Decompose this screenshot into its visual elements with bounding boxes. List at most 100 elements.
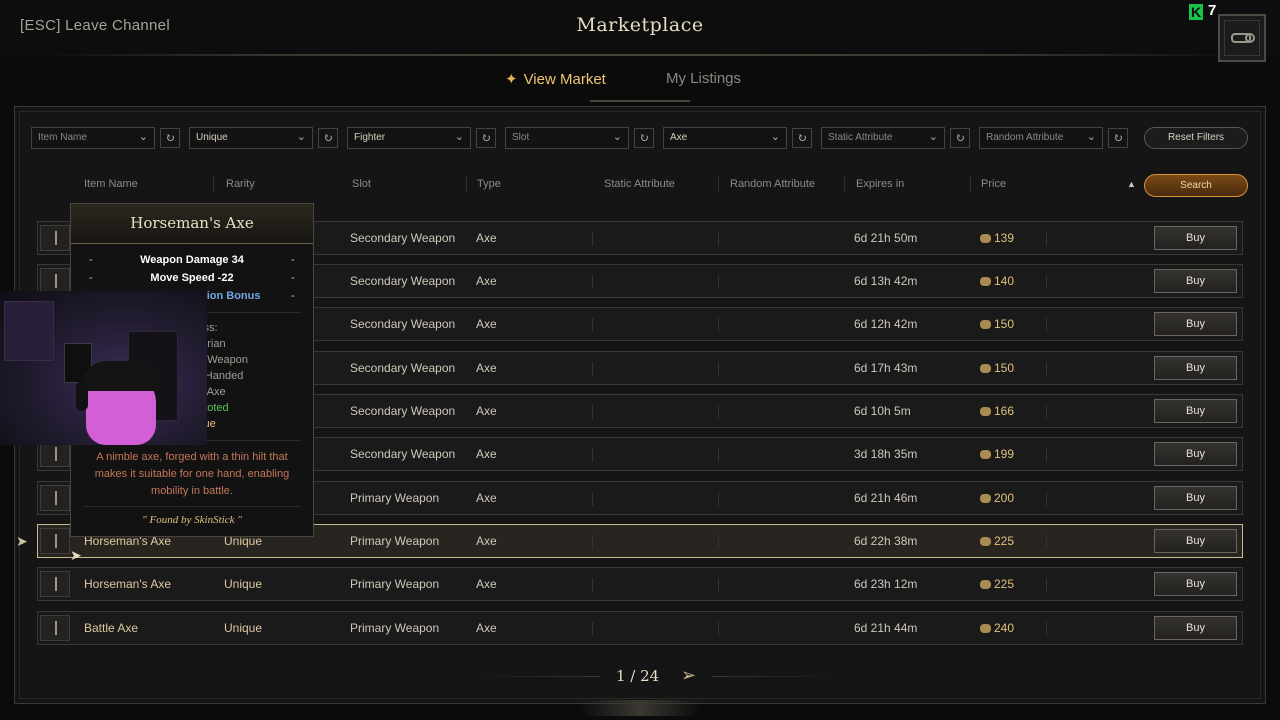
table-row[interactable]: Battle Axe Unique Primary Weapon Axe 6d …	[37, 611, 1243, 645]
type-cell: Axe	[476, 361, 497, 375]
sort-ascending-icon[interactable]: ▲	[1127, 179, 1136, 189]
refresh-icon[interactable]: ↻	[318, 128, 338, 148]
cell-separator	[718, 362, 719, 376]
buy-button[interactable]: Buy	[1154, 486, 1237, 510]
table-header: Item Name Rarity Slot Type Static Attrib…	[0, 176, 1280, 194]
gold-coin-icon	[980, 320, 991, 330]
tab-my-listings[interactable]: My Listings	[666, 70, 741, 87]
buy-button[interactable]: Buy	[1154, 356, 1237, 380]
cell-separator	[718, 448, 719, 462]
expires-cell: 6d 17h 43m	[854, 361, 918, 375]
type-cell: Axe	[476, 447, 497, 461]
type-cell: Axe	[476, 534, 497, 548]
rarity-cell: Unique	[224, 577, 263, 591]
chevron-down-icon: ⌄	[770, 131, 780, 143]
axe-icon	[40, 528, 70, 554]
table-row[interactable]: Horseman's Axe Unique Primary Weapon Axe…	[37, 567, 1243, 601]
cell-separator	[1046, 622, 1047, 636]
price-cell: 150	[980, 361, 1014, 375]
reset-filters-button[interactable]: Reset Filters	[1144, 127, 1248, 149]
column-header-slot[interactable]: Slot	[352, 178, 371, 190]
cell-separator	[1046, 448, 1047, 462]
column-header-rarity[interactable]: Rarity	[226, 178, 255, 190]
scroll-inventory-button[interactable]	[1218, 14, 1266, 62]
refresh-icon[interactable]: ↻	[476, 128, 496, 148]
column-header-random-attribute[interactable]: Random Attribute	[730, 178, 815, 190]
expires-cell: 6d 10h 5m	[854, 404, 911, 418]
slot-cell: Primary Weapon	[350, 534, 440, 548]
cell-separator	[1046, 232, 1047, 246]
price-cell: 225	[980, 534, 1014, 548]
cell-separator	[592, 405, 593, 419]
type-cell: Axe	[476, 274, 497, 288]
gold-coin-icon	[980, 580, 991, 590]
market-tabs: ✦ View Market My Listings	[0, 70, 1280, 94]
next-page-arrow-icon[interactable]: ➢	[681, 665, 696, 686]
stat-dash: -	[291, 254, 295, 266]
refresh-icon[interactable]: ↻	[634, 128, 654, 148]
search-button[interactable]: Search	[1144, 174, 1248, 197]
cell-separator	[718, 275, 719, 289]
tooltip-title: Horseman's Axe	[130, 214, 254, 232]
panel-ornament-bottom	[580, 700, 700, 716]
static-attribute-dropdown[interactable]: Static Attribute ⌄	[821, 127, 945, 149]
column-header-item-name[interactable]: Item Name	[84, 178, 138, 190]
tab-view-market[interactable]: ✦ View Market	[505, 70, 606, 88]
buy-button[interactable]: Buy	[1154, 226, 1237, 250]
selected-row-arrow-icon: ➤	[16, 534, 28, 550]
column-header-static-attribute[interactable]: Static Attribute	[604, 178, 675, 190]
buy-button[interactable]: Buy	[1154, 399, 1237, 423]
type-dropdown[interactable]: Axe ⌄	[663, 127, 787, 149]
cell-separator	[718, 232, 719, 246]
buy-button[interactable]: Buy	[1154, 529, 1237, 553]
cell-separator	[718, 535, 719, 549]
type-cell: Axe	[476, 404, 497, 418]
cell-separator	[1046, 275, 1047, 289]
type-cell: Axe	[476, 317, 497, 331]
column-header-expires-in[interactable]: Expires in	[856, 178, 904, 190]
scroll-icon	[1224, 20, 1260, 56]
price-value: 140	[994, 274, 1015, 288]
expires-cell: 6d 23h 12m	[854, 577, 918, 591]
price-cell: 150	[980, 317, 1014, 331]
active-tab-star-icon: ✦	[505, 71, 518, 88]
pager-divider	[712, 676, 842, 677]
cell-separator	[718, 492, 719, 506]
expires-cell: 6d 21h 50m	[854, 231, 918, 245]
gold-coin-icon	[980, 494, 991, 504]
rarity-cell: Unique	[224, 621, 263, 635]
refresh-icon[interactable]: ↻	[950, 128, 970, 148]
cell-separator	[718, 405, 719, 419]
item-name-cell: Battle Axe	[84, 621, 139, 635]
item-name-dropdown[interactable]: Item Name ⌄	[31, 127, 155, 149]
class-dropdown[interactable]: Fighter ⌄	[347, 127, 471, 149]
stat-dash: -	[291, 290, 295, 302]
buy-button[interactable]: Buy	[1154, 616, 1237, 640]
buy-button[interactable]: Buy	[1154, 442, 1237, 466]
expires-cell: 6d 12h 42m	[854, 317, 918, 331]
price-cell: 225	[980, 577, 1014, 591]
column-header-type[interactable]: Type	[477, 178, 501, 190]
rarity-dropdown[interactable]: Unique ⌄	[189, 127, 313, 149]
column-header-price[interactable]: Price	[981, 178, 1006, 190]
gold-coin-icon	[980, 624, 991, 634]
cell-separator	[1046, 578, 1047, 592]
tooltip-found-by: " Found by SkinStick "	[142, 514, 242, 526]
chevron-down-icon: ⌄	[138, 131, 148, 143]
page-title: Marketplace	[576, 14, 704, 36]
buy-button[interactable]: Buy	[1154, 312, 1237, 336]
tooltip-stat-weapon-damage: Weapon Damage 34	[140, 254, 244, 266]
slot-dropdown[interactable]: Slot ⌄	[505, 127, 629, 149]
buy-button[interactable]: Buy	[1154, 269, 1237, 293]
refresh-icon[interactable]: ↻	[1108, 128, 1128, 148]
class-dropdown-value: Fighter	[354, 132, 386, 143]
webcam-headphones	[76, 381, 88, 411]
item-name-dropdown-value: Item Name	[38, 132, 87, 143]
refresh-icon[interactable]: ↻	[792, 128, 812, 148]
refresh-icon[interactable]: ↻	[160, 128, 180, 148]
cell-separator	[718, 318, 719, 332]
random-attribute-dropdown[interactable]: Random Attribute ⌄	[979, 127, 1103, 149]
slot-cell: Primary Weapon	[350, 577, 440, 591]
pager-divider	[470, 676, 600, 677]
buy-button[interactable]: Buy	[1154, 572, 1237, 596]
